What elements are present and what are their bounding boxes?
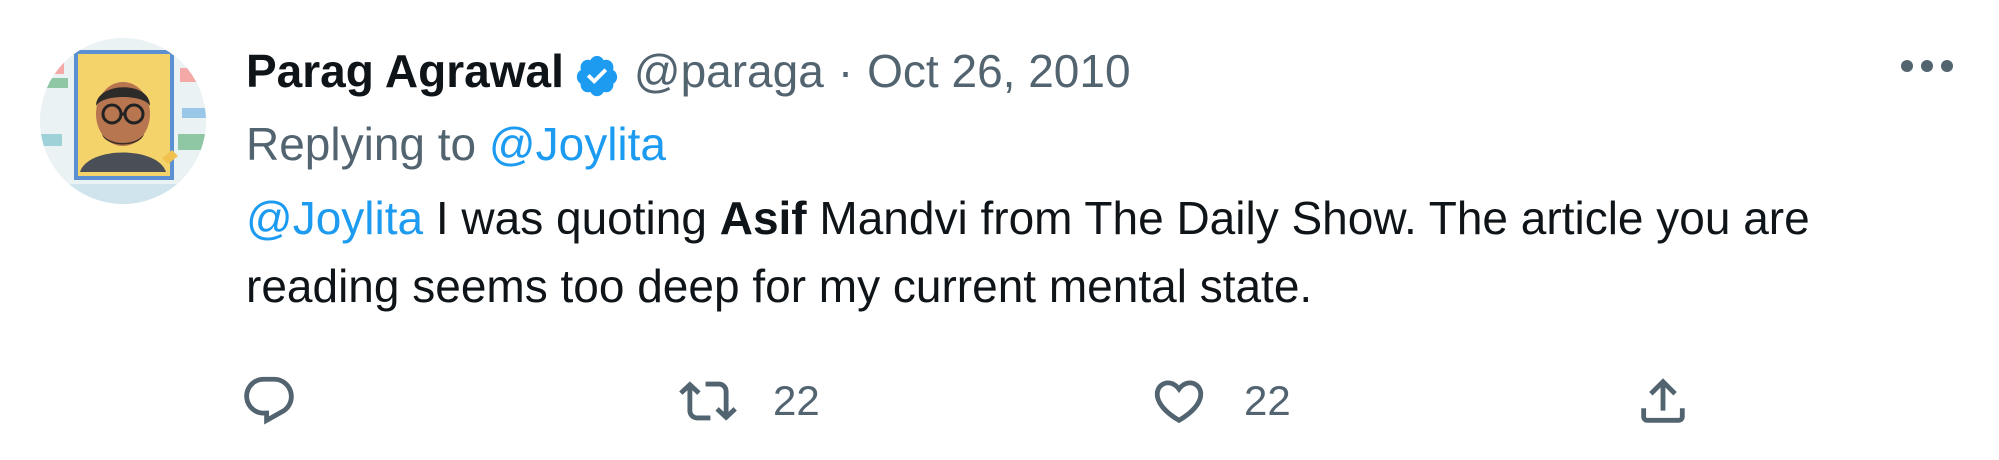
reply-icon	[244, 376, 294, 425]
verified-badge-icon	[574, 48, 620, 97]
body-mention-link[interactable]: @Joylita	[246, 192, 423, 244]
heart-icon	[1154, 380, 1204, 424]
tweet-text: @Joylita I was quoting Asif Mandvi from …	[246, 184, 1966, 320]
replying-to-link[interactable]: @Joylita	[489, 118, 666, 170]
replying-prefix: Replying to	[246, 118, 477, 170]
tweet-header: Parag Agrawal @paraga · Oct 26, 2010	[246, 36, 1966, 106]
retweet-button[interactable]: 22	[679, 366, 820, 436]
retweet-count: 22	[773, 377, 820, 424]
like-button[interactable]: 22	[1150, 366, 1291, 436]
tweet-card[interactable]: Parag Agrawal @paraga · Oct 26, 2010 Rep…	[0, 0, 1999, 460]
body-bold-text: Asif	[719, 192, 807, 244]
reply-button[interactable]	[240, 366, 298, 436]
retweet-icon	[679, 381, 737, 421]
separator-dot: ·	[837, 45, 854, 97]
more-options-button[interactable]	[1897, 46, 1957, 86]
like-count: 22	[1244, 377, 1291, 424]
avatar[interactable]	[40, 38, 206, 204]
share-icon	[1641, 378, 1685, 423]
avatar-illustration	[40, 38, 206, 204]
tweet-content: Parag Agrawal @paraga · Oct 26, 2010 Rep…	[246, 36, 1966, 320]
tweet-date[interactable]: Oct 26, 2010	[867, 36, 1130, 106]
author-name[interactable]: Parag Agrawal	[246, 36, 564, 106]
author-handle[interactable]: @paraga	[634, 36, 824, 106]
tweet-actions: 22 22	[244, 366, 1746, 436]
replying-to: Replying to @Joylita	[246, 110, 1966, 178]
body-text-part-1: I was quoting	[423, 192, 720, 244]
more-dots-icon	[1901, 60, 1953, 72]
share-button[interactable]	[1634, 366, 1692, 436]
